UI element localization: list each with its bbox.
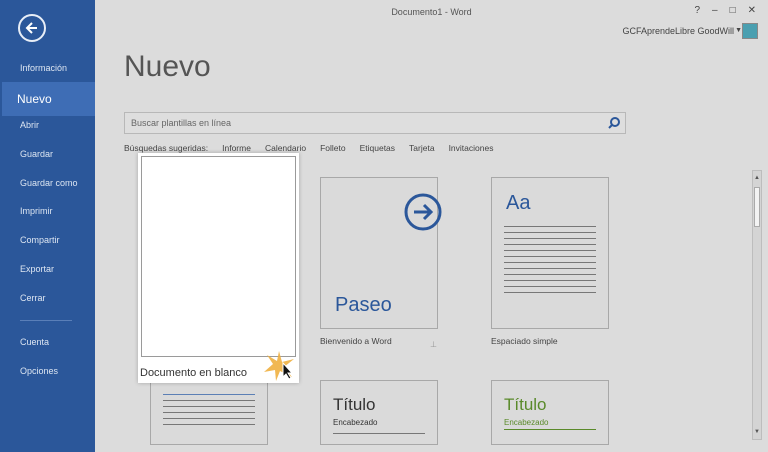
window-title: Documento1 - Word [391,7,472,17]
sidebar-item-guardar[interactable]: Guardar [0,143,95,165]
sidebar-item-imprimir[interactable]: Imprimir [0,200,95,222]
search-input[interactable] [125,113,603,133]
sidebar-item-nuevo[interactable]: Nuevo [2,82,96,116]
sidebar-item-exportar[interactable]: Exportar [0,258,95,280]
mouse-cursor-icon [282,362,294,380]
help-icon[interactable]: ? [694,5,700,16]
backstage-sidebar: Información Nuevo Abrir Guardar Guardar … [0,0,96,452]
suggested-link-calendario[interactable]: Calendario [265,143,306,153]
sidebar-item-cerrar[interactable]: Cerrar [0,287,95,309]
template-single-spacing[interactable]: Aa [491,177,609,329]
template-title2-heading: Título [504,395,547,414]
pin-icon[interactable]: ⊥ [430,340,437,349]
template-tour[interactable]: Paseo [320,177,442,329]
close-icon[interactable]: ✕ [748,5,756,16]
suggested-link-informe[interactable]: Informe [222,143,251,153]
template-report[interactable] [150,375,268,445]
search-box [124,112,626,134]
vertical-scrollbar[interactable]: ▲ ▼ [752,170,762,440]
suggested-label: Búsquedas sugeridas: [124,143,209,153]
window-controls: ? – □ ✕ [694,5,756,16]
sidebar-item-abrir[interactable]: Abrir [0,114,95,136]
sidebar-item-informacion[interactable]: Información [0,57,95,79]
avatar[interactable] [742,23,758,39]
scroll-up-icon[interactable]: ▲ [753,173,761,183]
template-title1-sub: Encabezado [333,418,378,427]
template-tour-label[interactable]: Bienvenido a Word [320,336,392,346]
user-name[interactable]: GCFAprendeLibre GoodWill [622,26,734,36]
template-title1-heading: Título [333,395,376,414]
main-panel: Documento1 - Word ? – □ ✕ GCFAprendeLibr… [95,0,768,452]
template-blank-document[interactable]: Documento en blanco [138,153,299,383]
suggested-link-tarjeta[interactable]: Tarjeta [409,143,435,153]
sidebar-item-compartir[interactable]: Compartir [0,229,95,251]
template-title-1[interactable]: Título Encabezado [320,380,438,445]
sidebar-item-opciones[interactable]: Opciones [0,360,95,382]
search-icon[interactable] [607,116,621,130]
arrow-right-circle-icon [404,193,442,231]
template-single-thumb-text: Aa [506,192,531,214]
template-title2-sub: Encabezado [504,418,549,427]
scrollbar-thumb[interactable] [754,187,760,227]
suggested-link-folleto[interactable]: Folleto [320,143,346,153]
template-title-2[interactable]: Título Encabezado [491,380,609,445]
back-arrow-icon[interactable] [18,14,46,42]
template-blank-label[interactable]: Documento en blanco [140,367,247,379]
template-single-lines [504,226,596,298]
template-report-lines [163,394,255,430]
template-single-label[interactable]: Espaciado simple [491,336,558,346]
chevron-down-icon[interactable]: ▼ [735,27,742,34]
sidebar-item-cuenta[interactable]: Cuenta [0,331,95,353]
suggested-searches: Búsquedas sugeridas: Informe Calendario … [124,143,507,153]
sidebar-item-guardar-como[interactable]: Guardar como [0,172,95,194]
suggested-link-etiquetas[interactable]: Etiquetas [360,143,395,153]
page-title: Nuevo [124,50,211,83]
sidebar-divider [20,320,72,321]
scroll-down-icon[interactable]: ▼ [753,427,761,437]
blank-page-thumb [141,156,296,357]
minimize-icon[interactable]: – [712,5,718,16]
restore-icon[interactable]: □ [730,5,736,16]
suggested-link-invitaciones[interactable]: Invitaciones [449,143,494,153]
template-tour-thumb-text: Paseo [335,294,392,316]
